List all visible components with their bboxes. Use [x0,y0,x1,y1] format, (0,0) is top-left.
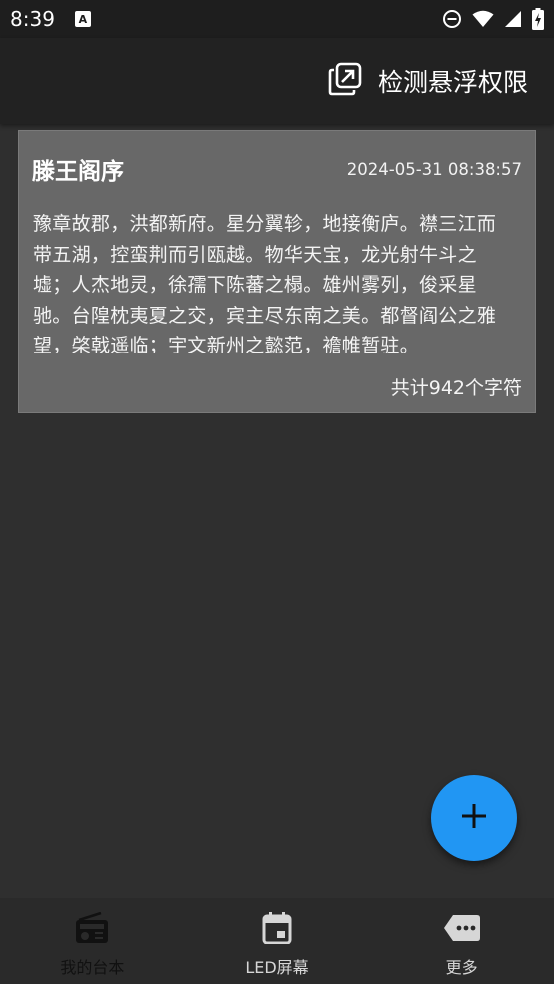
add-button[interactable] [431,775,517,861]
status-icons [442,8,544,30]
status-time: 8:39 [10,7,55,31]
card-title: 滕王阁序 [32,159,124,185]
nav-label-my-scripts: 我的台本 [60,958,125,977]
nav-label-led-screen: LED屏幕 [245,958,309,977]
app-notification-icon: A [74,11,91,27]
wifi-icon [472,10,494,28]
do-not-disturb-icon [442,9,462,29]
app-bar: 检测悬浮权限 [0,38,554,124]
card-date: 2024-05-31 08:38:57 [346,159,522,179]
bottom-navigation: 我的台本 LED屏幕 更多 [0,898,554,984]
nav-label-more: 更多 [445,958,478,977]
app-bar-action-label: 检测悬浮权限 [377,68,528,97]
card-char-count: 共计942个字符 [390,377,522,399]
nav-item-led-screen[interactable]: LED屏幕 [185,898,370,984]
card-header: 滕王阁序 2024-05-31 08:38:57 [32,151,522,187]
more-tag-icon [443,912,481,948]
screen: 8:39 A 检测悬浮权限 滕王阁序 2024-05-31 08:38:57 豫… [0,0,554,984]
radio-icon [75,911,109,948]
plus-icon [461,803,487,833]
status-bar: 8:39 A [0,0,554,38]
nav-item-more[interactable]: 更多 [369,898,554,984]
script-card[interactable]: 滕王阁序 2024-05-31 08:38:57 豫章故郡，洪都新府。星分翼轸，… [18,130,536,413]
battery-charging-icon [532,8,544,30]
calendar-icon [262,912,292,948]
check-overlay-permission-button[interactable]: 检测悬浮权限 [328,62,528,100]
card-body-text: 豫章故郡，洪都新府。星分翼轸，地接衡庐。襟三江而带五湖，控蛮荆而引瓯越。物华天宝… [33,213,497,353]
nav-item-my-scripts[interactable]: 我的台本 [0,898,185,984]
cellular-signal-icon [504,10,522,28]
open-in-new-icon [328,62,362,100]
